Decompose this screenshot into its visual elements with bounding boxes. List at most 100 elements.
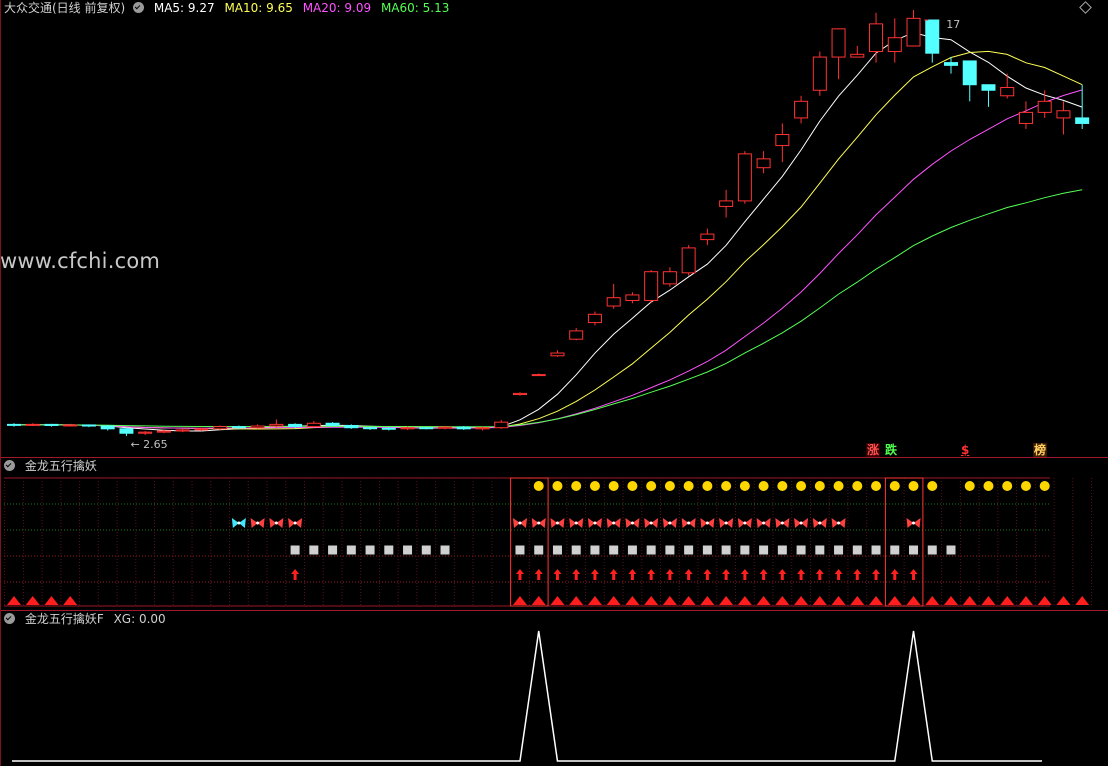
butterfly-body [705,521,709,525]
butterfly-icon [681,518,696,528]
candle-body [550,352,565,357]
candle-body [494,421,509,429]
grey-square [590,545,600,555]
candle-body [1000,86,1015,97]
red-triangle [644,596,659,605]
up-arrow [628,569,637,580]
candle-body [512,392,527,396]
butterfly-icon [288,518,303,528]
grey-square [365,545,375,555]
butterfly-body [687,521,691,525]
xg-chart [12,630,1042,762]
candle-body [100,425,115,430]
butterfly-icon [606,518,621,528]
candle [587,311,602,326]
up-arrow [665,569,674,580]
candle [1000,73,1015,99]
candle-body [662,271,677,285]
grey-square [346,545,356,555]
candle [700,228,715,246]
red-triangle [944,596,958,605]
red-triangle [831,596,846,605]
butterfly-body [668,521,672,525]
yellow-dot [664,481,675,491]
candle [344,424,359,429]
butterfly-icon [569,518,584,528]
candle-body [63,424,78,427]
red-triangle [1075,596,1090,605]
candle-body [569,330,584,340]
xg-pane: 金龙五行擒妖F XG: 0.00 [0,611,1108,766]
candle [869,12,884,63]
candle-body [812,56,827,91]
candle-body [269,423,284,427]
grey-square [740,545,750,555]
up-arrow [722,569,731,580]
up-arrow [572,569,581,580]
grey-square [309,545,319,555]
red-triangle [1018,596,1033,605]
butterfly-icon [550,518,565,528]
candle-body [644,271,659,301]
candle-body [906,17,921,47]
grey-square [665,545,675,555]
candle-body [887,37,902,53]
red-triangle [606,596,621,605]
yellow-dot [814,481,825,491]
grey-square [384,545,394,555]
candle-body [156,430,171,433]
grey-square [515,545,525,555]
candle-body [719,200,734,207]
yellow-dot [871,481,882,491]
yellow-dot [1002,481,1013,491]
red-triangle [981,596,996,605]
candle-body [175,429,190,432]
up-arrow [647,569,656,580]
candle [719,189,734,218]
grey-square [909,545,919,555]
ma20-line [13,89,1083,429]
left-axis-line [0,0,1,766]
badge-fall[interactable]: 跌 [884,443,898,457]
red-triangle [906,596,921,605]
candle [644,270,659,304]
candle [1056,101,1071,135]
signal-matrix [4,477,1093,607]
red-triangle [775,596,790,605]
candle [681,245,696,276]
red-triangle [887,596,902,605]
candle [7,423,21,427]
candle-body [1075,117,1090,124]
red-triangle [812,596,827,605]
candle-body [231,426,246,429]
butterfly-body [518,521,522,525]
butterfly-icon [231,518,246,528]
xg-line [12,630,1042,762]
butterfly-icon [531,518,546,528]
candle [906,10,921,47]
butterfly-icon [700,518,715,528]
candle-body [831,28,846,58]
up-arrow [909,569,918,580]
red-triangle [700,596,715,605]
candle-body [194,428,209,431]
yellow-dot [927,481,938,491]
up-arrow [853,569,862,580]
red-triangle [512,596,527,605]
candle [1037,90,1052,118]
candle [794,95,809,124]
up-arrow [815,569,824,580]
butterfly-icon [812,518,827,528]
yellow-dot [889,481,900,491]
yellow-dot [721,481,732,491]
grey-square [796,545,806,555]
candle-body [81,424,96,427]
candle [662,267,677,287]
butterfly-body [818,521,822,525]
candle [63,423,78,427]
grey-square [852,545,862,555]
badge-rank[interactable]: 榜 [1033,443,1048,457]
badge-rise[interactable]: 涨 [866,443,881,457]
badge-dollar[interactable]: $ [960,443,970,457]
grey-square [871,545,881,555]
